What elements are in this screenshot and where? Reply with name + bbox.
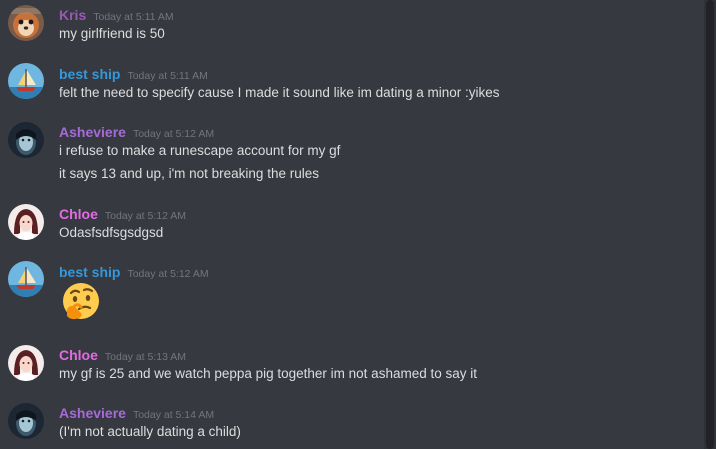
- dark-portrait-avatar[interactable]: [8, 122, 44, 158]
- sailboat-avatar[interactable]: [8, 261, 44, 297]
- author-name[interactable]: best ship: [59, 264, 120, 280]
- author-name[interactable]: best ship: [59, 66, 120, 82]
- timestamp: Today at 5:12 AM: [132, 128, 215, 140]
- sailboat-avatar[interactable]: [8, 63, 44, 99]
- timestamp: Today at 5:11 AM: [93, 11, 174, 23]
- message-header: best ship Today at 5:12 AM: [59, 264, 209, 280]
- message-text: my gf is 25 and we watch peppa pig toget…: [59, 366, 477, 381]
- thinking-face-emoji[interactable]: [59, 280, 103, 324]
- timestamp: Today at 5:11 AM: [127, 70, 208, 82]
- message-header: Asheviere Today at 5:14 AM: [59, 405, 214, 421]
- message-text: my girlfriend is 50: [59, 26, 165, 41]
- author-name[interactable]: Asheviere: [59, 405, 126, 421]
- message-text: (I'm not actually dating a child): [59, 424, 241, 439]
- message-header: best ship Today at 5:11 AM: [59, 66, 208, 82]
- timestamp: Today at 5:12 AM: [127, 268, 209, 280]
- author-name[interactable]: Chloe: [59, 206, 98, 222]
- message-text: it says 13 and up, i'm not breaking the …: [59, 166, 319, 181]
- anime-girl-avatar[interactable]: [8, 204, 44, 240]
- message-header: Asheviere Today at 5:12 AM: [59, 124, 214, 140]
- message-text: felt the need to specify cause I made it…: [59, 85, 500, 100]
- scrollbar-thumb[interactable]: [706, 0, 714, 449]
- timestamp: Today at 5:14 AM: [132, 409, 215, 421]
- message-text: i refuse to make a runescape account for…: [59, 143, 341, 158]
- author-name[interactable]: Chloe: [59, 347, 98, 363]
- author-name[interactable]: Asheviere: [59, 124, 126, 140]
- squirrel-avatar[interactable]: [8, 5, 44, 41]
- anime-girl-avatar[interactable]: [8, 345, 44, 381]
- message-header: Chloe Today at 5:12 AM: [59, 206, 186, 222]
- message-header: Chloe Today at 5:13 AM: [59, 347, 186, 363]
- timestamp: Today at 5:12 AM: [104, 210, 187, 222]
- dark-portrait-avatar[interactable]: [8, 403, 44, 439]
- message-header: Kris Today at 5:11 AM: [59, 7, 174, 23]
- message-text: Odasfsdfsgsdgsd: [59, 225, 164, 240]
- author-name[interactable]: Kris: [59, 7, 86, 23]
- timestamp: Today at 5:13 AM: [104, 351, 187, 363]
- scrollbar-track[interactable]: [704, 0, 716, 449]
